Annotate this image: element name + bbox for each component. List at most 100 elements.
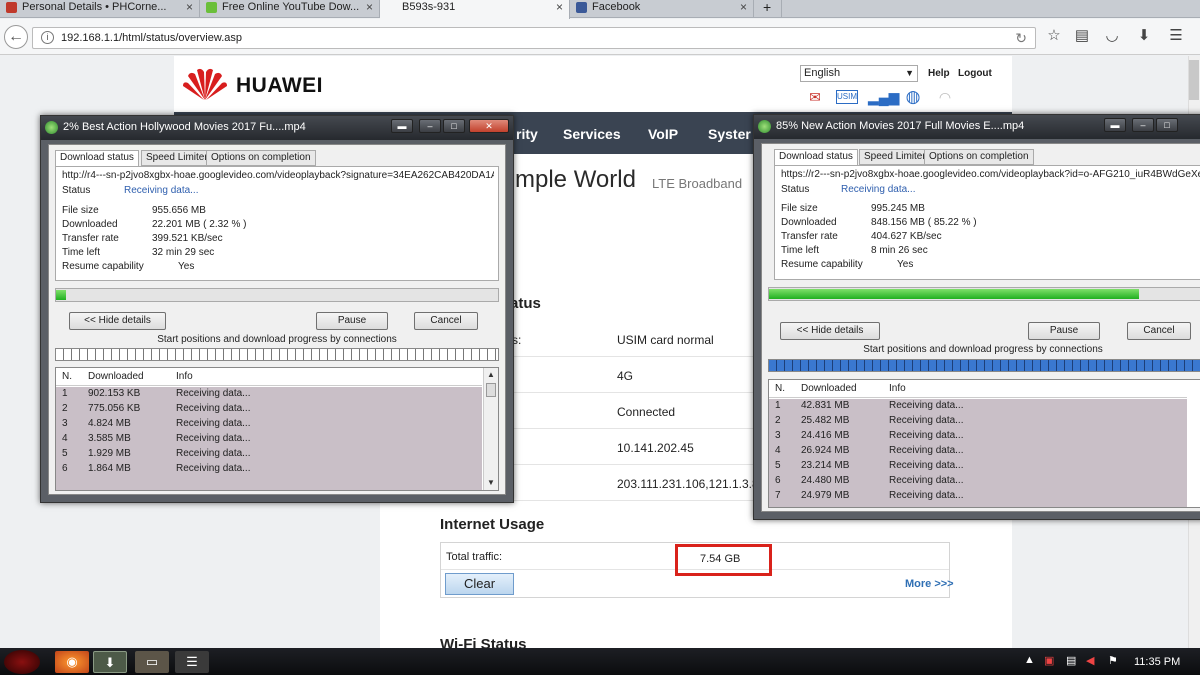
tab-speed-limiter[interactable]: Speed Limiter (859, 149, 931, 165)
info-icon[interactable]: i (41, 31, 54, 44)
nav-security[interactable]: rity (516, 126, 538, 142)
task-manager-icon[interactable]: ☰ (175, 651, 209, 673)
cell-n: 2 (62, 403, 68, 414)
list-item[interactable]: 7 24.979 MB Receiving data... (769, 489, 1187, 504)
col-info[interactable]: Info (889, 383, 906, 394)
more-link[interactable]: More >>> (905, 578, 954, 590)
mail-icon[interactable]: ✉ (804, 88, 826, 106)
minimize-button[interactable]: – (1132, 118, 1154, 132)
transfer-rate-label: Transfer rate (62, 233, 119, 244)
language-select[interactable]: English ▼ (800, 65, 918, 82)
wifi-icon[interactable]: ◠ (934, 88, 956, 106)
pocket-icon[interactable]: ◡ (1102, 26, 1122, 46)
signal-icon[interactable]: ▂▄▆ (868, 88, 899, 106)
close-tab-icon[interactable]: × (556, 0, 563, 15)
list-item[interactable]: 1 42.831 MB Receiving data... (769, 399, 1187, 414)
download-manager-icon[interactable]: ⬇ (93, 651, 127, 673)
cancel-button[interactable]: Cancel (414, 312, 478, 330)
close-tab-icon[interactable]: × (186, 0, 193, 15)
maximize-button[interactable]: □ (1156, 118, 1178, 132)
help-link[interactable]: Help (928, 68, 950, 79)
globe-icon[interactable]: ◍ (902, 88, 924, 106)
col-number[interactable]: N. (775, 383, 785, 394)
col-downloaded[interactable]: Downloaded (88, 371, 144, 382)
list-item[interactable]: 6 24.480 MB Receiving data... (769, 474, 1187, 489)
nav-system[interactable]: Syster (708, 126, 751, 142)
bookmark-star-icon[interactable]: ☆ (1044, 26, 1064, 46)
tab-speed-limiter[interactable]: Speed Limiter (141, 150, 213, 166)
reload-icon[interactable]: ↻ (1015, 28, 1027, 48)
page-scrollbar-thumb[interactable] (1189, 60, 1199, 100)
tab-options-on-completion[interactable]: Options on completion (206, 150, 316, 166)
tab-youtube-downloader[interactable]: Free Online YouTube Dow... × (200, 0, 380, 18)
reading-list-icon[interactable]: ▤ (1072, 26, 1092, 46)
close-tab-icon[interactable]: × (366, 0, 373, 15)
pause-button[interactable]: Pause (1028, 322, 1100, 340)
scroll-down-icon[interactable]: ▼ (484, 476, 498, 490)
list-item[interactable]: 5 23.214 MB Receiving data... (769, 459, 1187, 474)
cell-info: Receiving data... (176, 403, 251, 414)
list-item[interactable]: 6 1.864 MB Receiving data... (56, 462, 482, 477)
network-icon[interactable]: ▤ (1066, 654, 1076, 667)
list-item[interactable]: 3 4.824 MB Receiving data... (56, 417, 482, 432)
list-item[interactable]: 4 3.585 MB Receiving data... (56, 432, 482, 447)
scroll-up-icon[interactable]: ▲ (484, 368, 498, 382)
close-button[interactable]: ✕ (469, 119, 509, 133)
file-explorer-icon[interactable]: ▭ (135, 651, 169, 673)
tab-b593s[interactable]: B593s-931 × (380, 0, 570, 19)
downloaded-value: 848.156 MB ( 85.22 % ) (871, 217, 977, 228)
file-size-label: File size (62, 205, 99, 216)
new-tab-button[interactable]: + (754, 0, 782, 18)
minimize-to-tray-button[interactable]: ▬ (1104, 118, 1126, 132)
nav-services[interactable]: Services (563, 126, 621, 142)
clear-button[interactable]: Clear (445, 573, 514, 595)
list-item[interactable]: 2 25.482 MB Receiving data... (769, 414, 1187, 429)
col-downloaded[interactable]: Downloaded (801, 383, 857, 394)
menu-icon[interactable]: ☰ (1166, 26, 1186, 46)
start-button[interactable] (4, 650, 40, 674)
usim-icon[interactable]: USIM (836, 90, 858, 104)
nav-voip[interactable]: VoIP (648, 126, 678, 142)
list-item[interactable]: 5 1.929 MB Receiving data... (56, 447, 482, 462)
pause-button[interactable]: Pause (316, 312, 388, 330)
list-item[interactable]: 3 24.416 MB Receiving data... (769, 429, 1187, 444)
hide-details-button[interactable]: << Hide details (780, 322, 880, 340)
security-icon[interactable]: ▣ (1044, 654, 1054, 667)
back-button[interactable]: ← (4, 25, 28, 49)
usim-status-value: USIM card normal (617, 333, 714, 347)
total-traffic-value: 7.54 GB (675, 544, 772, 576)
transfer-rate-value: 404.627 KB/sec (871, 231, 942, 242)
cell-dl: 25.482 MB (801, 415, 850, 426)
download-window-1: 2% Best Action Hollywood Movies 2017 Fu.… (40, 115, 514, 503)
tab-download-status[interactable]: Download status (55, 150, 139, 167)
logout-link[interactable]: Logout (958, 68, 992, 79)
downloads-icon[interactable]: ⬇ (1134, 26, 1154, 46)
system-clock[interactable]: 11:35 PM (1134, 656, 1180, 668)
list-item[interactable]: 1 902.153 KB Receiving data... (56, 387, 482, 402)
col-info[interactable]: Info (176, 371, 193, 382)
list-item[interactable]: 2 775.056 KB Receiving data... (56, 402, 482, 417)
tab-options-on-completion[interactable]: Options on completion (924, 149, 1034, 165)
browser-tab-bar: Personal Details • PHCorne... × Free Onli… (0, 0, 1200, 19)
url-bar[interactable]: i 192.168.1.1/html/status/overview.asp ↻ (32, 27, 1036, 49)
list-item[interactable]: 4 26.924 MB Receiving data... (769, 444, 1187, 459)
tab-facebook[interactable]: Facebook × (570, 0, 754, 18)
minimize-button[interactable]: – (419, 119, 441, 133)
volume-icon[interactable]: ◀ (1086, 654, 1094, 667)
window-body: Download status Speed Limiter Options on… (761, 143, 1200, 512)
col-number[interactable]: N. (62, 371, 72, 382)
action-center-icon[interactable]: ⚑ (1108, 654, 1118, 667)
tab-download-status[interactable]: Download status (774, 149, 858, 166)
cancel-button[interactable]: Cancel (1127, 322, 1191, 340)
connections-progress-bar (768, 359, 1200, 372)
chevron-down-icon: ▼ (905, 68, 914, 78)
hide-details-button[interactable]: << Hide details (69, 312, 166, 330)
close-tab-icon[interactable]: × (740, 0, 747, 15)
minimize-to-tray-button[interactable]: ▬ (391, 119, 413, 133)
list-scrollbar[interactable]: ▲ ▼ (483, 368, 498, 490)
firefox-icon[interactable]: ◉ (55, 651, 89, 673)
maximize-button[interactable]: □ (443, 119, 465, 133)
tray-expand-icon[interactable]: ▲ (1024, 654, 1035, 666)
tab-personal-details[interactable]: Personal Details • PHCorne... × (0, 0, 200, 18)
scroll-thumb[interactable] (486, 383, 496, 397)
